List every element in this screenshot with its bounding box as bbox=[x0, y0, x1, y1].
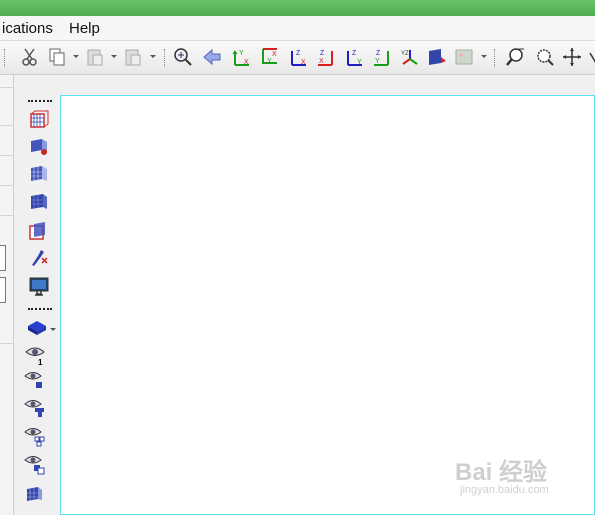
mesh-solid-icon[interactable] bbox=[28, 191, 50, 213]
view-xz-icon[interactable]: ZX bbox=[315, 46, 337, 68]
view-zx-icon[interactable]: ZX bbox=[287, 46, 309, 68]
svg-text:Y: Y bbox=[239, 50, 244, 57]
panel-divider bbox=[0, 343, 14, 344]
back-arrow-icon[interactable] bbox=[201, 46, 223, 68]
title-bar bbox=[0, 0, 595, 16]
mesh-color-icon[interactable] bbox=[28, 136, 50, 158]
watermark-logo: Bai 经验 bbox=[455, 459, 548, 486]
layer-icon[interactable] bbox=[26, 317, 48, 339]
svg-text:X: X bbox=[272, 51, 277, 58]
panel-divider bbox=[0, 185, 14, 186]
view-yz-icon[interactable]: ZY bbox=[371, 46, 393, 68]
paste-special-dropdown-icon[interactable] bbox=[150, 55, 156, 58]
pan-icon[interactable] bbox=[561, 46, 583, 68]
mesh-wire-icon[interactable] bbox=[28, 220, 50, 242]
toolbar-grip bbox=[28, 100, 52, 102]
panel-field[interactable] bbox=[0, 277, 6, 303]
toolbar-separator bbox=[494, 49, 496, 67]
svg-text:Y: Y bbox=[357, 59, 362, 66]
mesh-grid-icon[interactable] bbox=[28, 163, 50, 185]
eye-1-icon[interactable] bbox=[24, 343, 46, 365]
svg-text:Z: Z bbox=[296, 50, 301, 57]
eye-tree-icon[interactable] bbox=[24, 397, 46, 419]
paste-dropdown-icon[interactable] bbox=[111, 55, 117, 58]
svg-text:X: X bbox=[319, 58, 324, 65]
watermark-url: jingyan.baidu.com bbox=[460, 484, 549, 496]
eye-group-icon[interactable] bbox=[24, 453, 46, 475]
svg-text:Z: Z bbox=[376, 50, 381, 57]
rotate-icon[interactable] bbox=[587, 46, 595, 68]
panel-divider bbox=[0, 155, 14, 156]
menu-bar: ications Help bbox=[0, 16, 595, 41]
image-dropdown-icon[interactable] bbox=[481, 55, 487, 58]
vertical-toolbar: 1 bbox=[16, 75, 60, 515]
eye-tree2-icon[interactable] bbox=[24, 425, 46, 447]
mesh-box-icon[interactable] bbox=[28, 109, 50, 131]
svg-text:Z: Z bbox=[352, 50, 357, 57]
panel-divider bbox=[0, 87, 14, 88]
panel-divider bbox=[0, 125, 14, 126]
eye-part-icon[interactable] bbox=[24, 369, 46, 391]
toolbar: YX YX ZX ZX ZY ZY YZ bbox=[0, 41, 595, 75]
mesh-small-icon[interactable] bbox=[24, 483, 46, 505]
zoom-fit-icon[interactable] bbox=[172, 46, 194, 68]
isometric-icon[interactable]: YZ bbox=[399, 46, 421, 68]
view-zy-icon[interactable]: ZY bbox=[343, 46, 365, 68]
menu-help[interactable]: Help bbox=[69, 20, 100, 37]
paste-special-icon[interactable] bbox=[122, 46, 144, 68]
eye-1-label: 1 bbox=[38, 358, 43, 367]
svg-text:YZ: YZ bbox=[401, 51, 409, 57]
toolbar-separator bbox=[4, 49, 6, 67]
copy-dropdown-icon[interactable] bbox=[73, 55, 79, 58]
render-icon[interactable] bbox=[426, 46, 448, 68]
menu-applications[interactable]: ications bbox=[2, 20, 53, 37]
toolbar-grip bbox=[28, 308, 52, 310]
svg-text:Y: Y bbox=[375, 58, 380, 65]
view-xy-icon[interactable]: YX bbox=[230, 46, 252, 68]
toolbar-separator bbox=[164, 49, 166, 67]
svg-text:Y: Y bbox=[267, 58, 272, 65]
zoom-in-icon[interactable] bbox=[504, 46, 526, 68]
svg-text:X: X bbox=[244, 59, 249, 66]
paste-icon[interactable] bbox=[84, 46, 106, 68]
panel-divider bbox=[0, 215, 14, 216]
left-panel bbox=[0, 75, 14, 515]
svg-text:Z: Z bbox=[320, 50, 325, 57]
cut-icon[interactable] bbox=[19, 46, 41, 68]
copy-icon[interactable] bbox=[46, 46, 68, 68]
layer-dropdown-icon[interactable] bbox=[50, 328, 56, 331]
probe-icon[interactable] bbox=[28, 246, 50, 268]
zoom-box-icon[interactable] bbox=[533, 46, 555, 68]
monitor-icon[interactable] bbox=[28, 275, 50, 297]
watermark: Bai 经验 jingyan.baidu.com bbox=[455, 452, 565, 502]
svg-text:X: X bbox=[301, 59, 306, 66]
view-yx-icon[interactable]: YX bbox=[258, 46, 280, 68]
panel-field[interactable] bbox=[0, 245, 6, 271]
image-icon[interactable] bbox=[453, 46, 475, 68]
